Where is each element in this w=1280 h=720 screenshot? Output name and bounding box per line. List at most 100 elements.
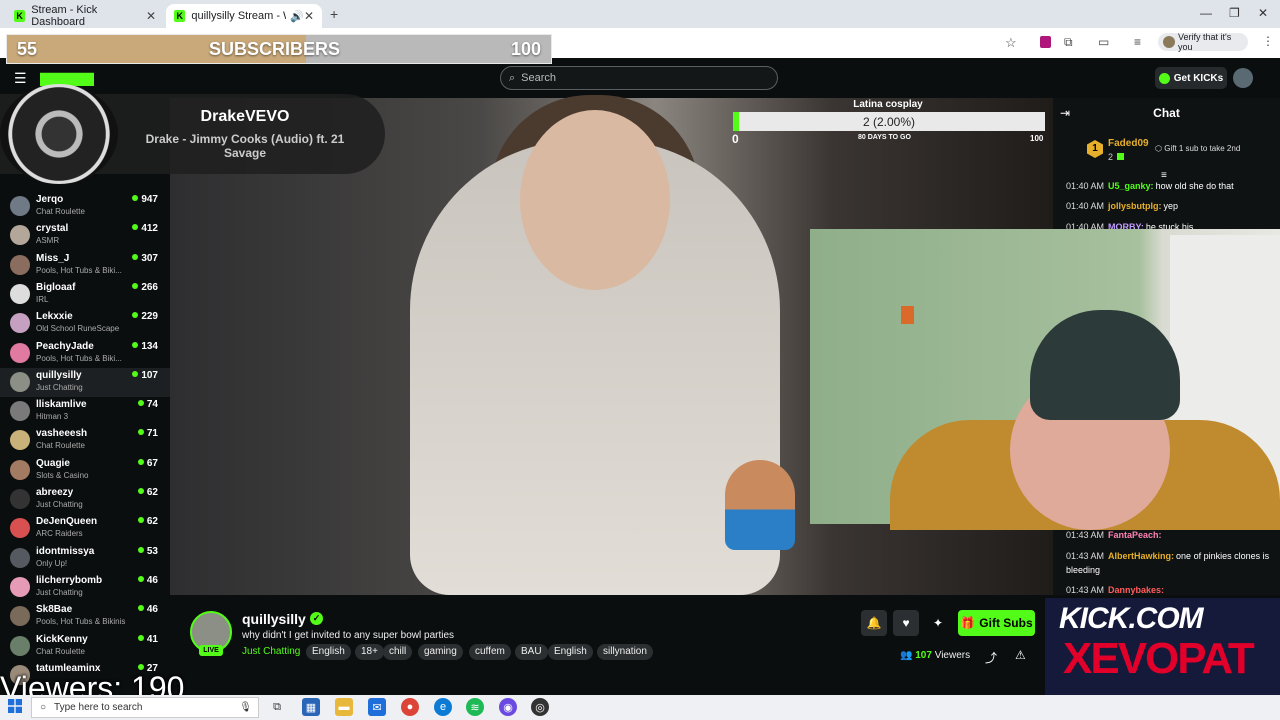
channel-name: Sk8Bae [36,604,73,616]
channel-name: quillysilly [36,369,82,381]
user-avatar[interactable] [1233,68,1253,88]
gift-note: ⬡ Gift 1 sub to take 2nd [1155,144,1241,153]
chat-username[interactable]: jollysbutplg: [1108,201,1162,211]
channel-name: lliskamlive [36,399,87,411]
channel-name: Miss_J [36,252,70,264]
minimize-icon[interactable]: — [1200,6,1212,20]
stream-category[interactable]: Just Chatting [242,646,300,657]
stream-tag[interactable]: gaming [418,644,463,660]
browser-tab-stream[interactable]: K quillysilly Stream - Watch Li 🔊 ✕ [166,4,322,28]
stream-tag[interactable]: sillynation [597,644,653,660]
notification-bell-button[interactable]: 🔔 [861,610,887,636]
sidebar-channel-item[interactable]: Jerqo Chat Roulette 947 [0,192,170,221]
menu-dots-icon[interactable]: ⋮ [1262,34,1274,48]
goal-max: 100 [1030,134,1044,143]
channel-name[interactable]: quillysilly [242,611,306,627]
share-icon[interactable]: ⤴ [985,649,997,666]
cast-icon[interactable]: ▭ [1098,35,1109,49]
channel-category: Old School RuneScape [36,324,120,334]
channel-category: Pools, Hot Tubs & Bikinis [36,617,126,627]
stream-tag[interactable]: chill [383,644,413,660]
new-tab-icon[interactable]: + [330,6,338,22]
close-tab-icon[interactable]: ✕ [304,9,314,23]
sidebar-channel-item[interactable]: Lekxxie Old School RuneScape 229 [0,309,170,338]
close-tab-icon[interactable]: ✕ [146,9,156,23]
spotify-icon[interactable]: ≋ [466,698,484,716]
sidebar-channel-item[interactable]: KickKenny Chat Roulette 41 [0,632,170,661]
stream-tag[interactable]: BAU [515,644,548,660]
channel-category: Pools, Hot Tubs & Biki... [36,353,122,363]
stream-tag[interactable]: 18+ [355,644,384,660]
report-icon[interactable]: ⚠ [1015,648,1026,662]
media-icon[interactable]: ≡ [1134,35,1141,49]
channel-avatar [10,313,30,334]
viewer-count: 👥 107 Viewers [900,650,971,661]
channel-category: Chat Roulette [36,207,85,216]
get-kicks-button[interactable]: Get KICKs [1155,67,1227,89]
channel-name: PeachyJade [36,340,94,352]
mail-icon[interactable]: ✉ [368,698,386,716]
taskbar-search-input[interactable]: ○ Type here to search 🎙 [31,697,259,718]
channel-name: KickKenny [36,633,88,645]
edge-icon[interactable]: e [434,698,452,716]
kick-favicon-icon: K [14,10,26,22]
channel-viewers: 412 [132,223,158,234]
chat-username[interactable]: Dannybakes: [1108,585,1164,595]
sidebar-channel-item[interactable]: lliskamlive Hitman 3 74 [0,397,170,426]
sidebar-channel-item[interactable]: Miss_J Pools, Hot Tubs & Biki... 307 [0,251,170,280]
stream-tag[interactable]: English [306,644,351,660]
sidebar-channel-item[interactable]: Quagie Slots & Casino 67 [0,456,170,485]
puzzle-icon[interactable]: ⧉ [1064,35,1073,50]
chat-timestamp: 01:40 AM [1066,201,1105,211]
hamburger-menu-icon[interactable]: ☰ [14,70,27,87]
stream-tag[interactable]: cuffem [469,644,511,660]
sparkle-button[interactable]: ✦ [925,610,951,636]
channel-name: Bigloaaf [36,281,76,293]
sidebar-channel-item[interactable]: crystal ASMR 412 [0,221,170,250]
chrome-icon[interactable]: ● [401,698,419,716]
sidebar-channel-item[interactable]: abreezy Just Chatting 62 [0,485,170,514]
star-icon[interactable]: ☆ [1005,35,1017,51]
channel-viewers: 71 [138,428,158,439]
bell-icon: 🔔 [866,616,882,630]
sidebar-channel-item[interactable]: quillysilly Just Chatting 107 [0,367,170,397]
obs-icon[interactable]: ◎ [531,698,549,716]
profile-avatar [1163,36,1175,48]
follow-button[interactable]: ♥ [893,610,919,636]
stream-tag[interactable]: English [548,644,593,660]
extension-icon[interactable] [1040,36,1051,48]
channel-avatar [10,576,30,597]
chat-username[interactable]: AlbertHawking: [1108,551,1174,561]
channel-viewers: 46 [138,604,158,615]
stream-title: why didn't I get invited to any super bo… [242,630,455,641]
chat-username[interactable]: U5_ganky: [1108,181,1154,191]
restore-icon[interactable]: ❐ [1229,6,1240,20]
sidebar-channel-item[interactable]: vasheeesh Chat Roulette 71 [0,426,170,455]
task-view-icon[interactable]: ⧉ [268,698,286,716]
browser-tab-dashboard[interactable]: K Stream - Kick Dashboard ✕ [6,4,164,28]
gift-subs-button[interactable]: 🎁 Gift Subs [958,610,1035,636]
channel-avatar [10,459,30,480]
search-input[interactable]: ⌕ Search [500,66,778,90]
kicks-coin-icon [1158,72,1170,84]
sidebar-channel-item[interactable]: Sk8Bae Pools, Hot Tubs & Bikinis 46 [0,602,170,631]
chat-message: 01:43 AM FantaPeach: [1066,528,1271,542]
channel-avatar [10,225,30,246]
file-explorer-icon[interactable]: ▬ [335,698,353,716]
sidebar-channel-item[interactable]: DeJenQueen ARC Raiders 62 [0,514,170,543]
channel-viewers: 62 [138,516,158,527]
channel-category: Chat Roulette [36,646,85,656]
store-icon[interactable]: ▦ [302,698,320,716]
sidebar-channel-item[interactable]: PeachyJade Pools, Hot Tubs & Biki... 134 [0,339,170,368]
close-window-icon[interactable]: ✕ [1258,6,1268,20]
sidebar-channel-item[interactable]: idontmissya Only Up! 53 [0,544,170,573]
sidebar-channel-item[interactable]: lilcherrybomb Just Chatting 46 [0,573,170,602]
video-object [725,460,795,550]
sidebar-channel-item[interactable]: Bigloaaf IRL 266 [0,280,170,309]
people-icon: 👥 [900,650,913,661]
chat-message: 01:43 AM AlbertHawking: one of pinkies clo… [1066,549,1271,577]
gift-icon [1117,153,1124,160]
messenger-icon[interactable]: ◉ [499,698,517,716]
chat-username[interactable]: FantaPeach: [1108,530,1162,540]
top-gifter-name[interactable]: Faded09 [1108,138,1149,149]
